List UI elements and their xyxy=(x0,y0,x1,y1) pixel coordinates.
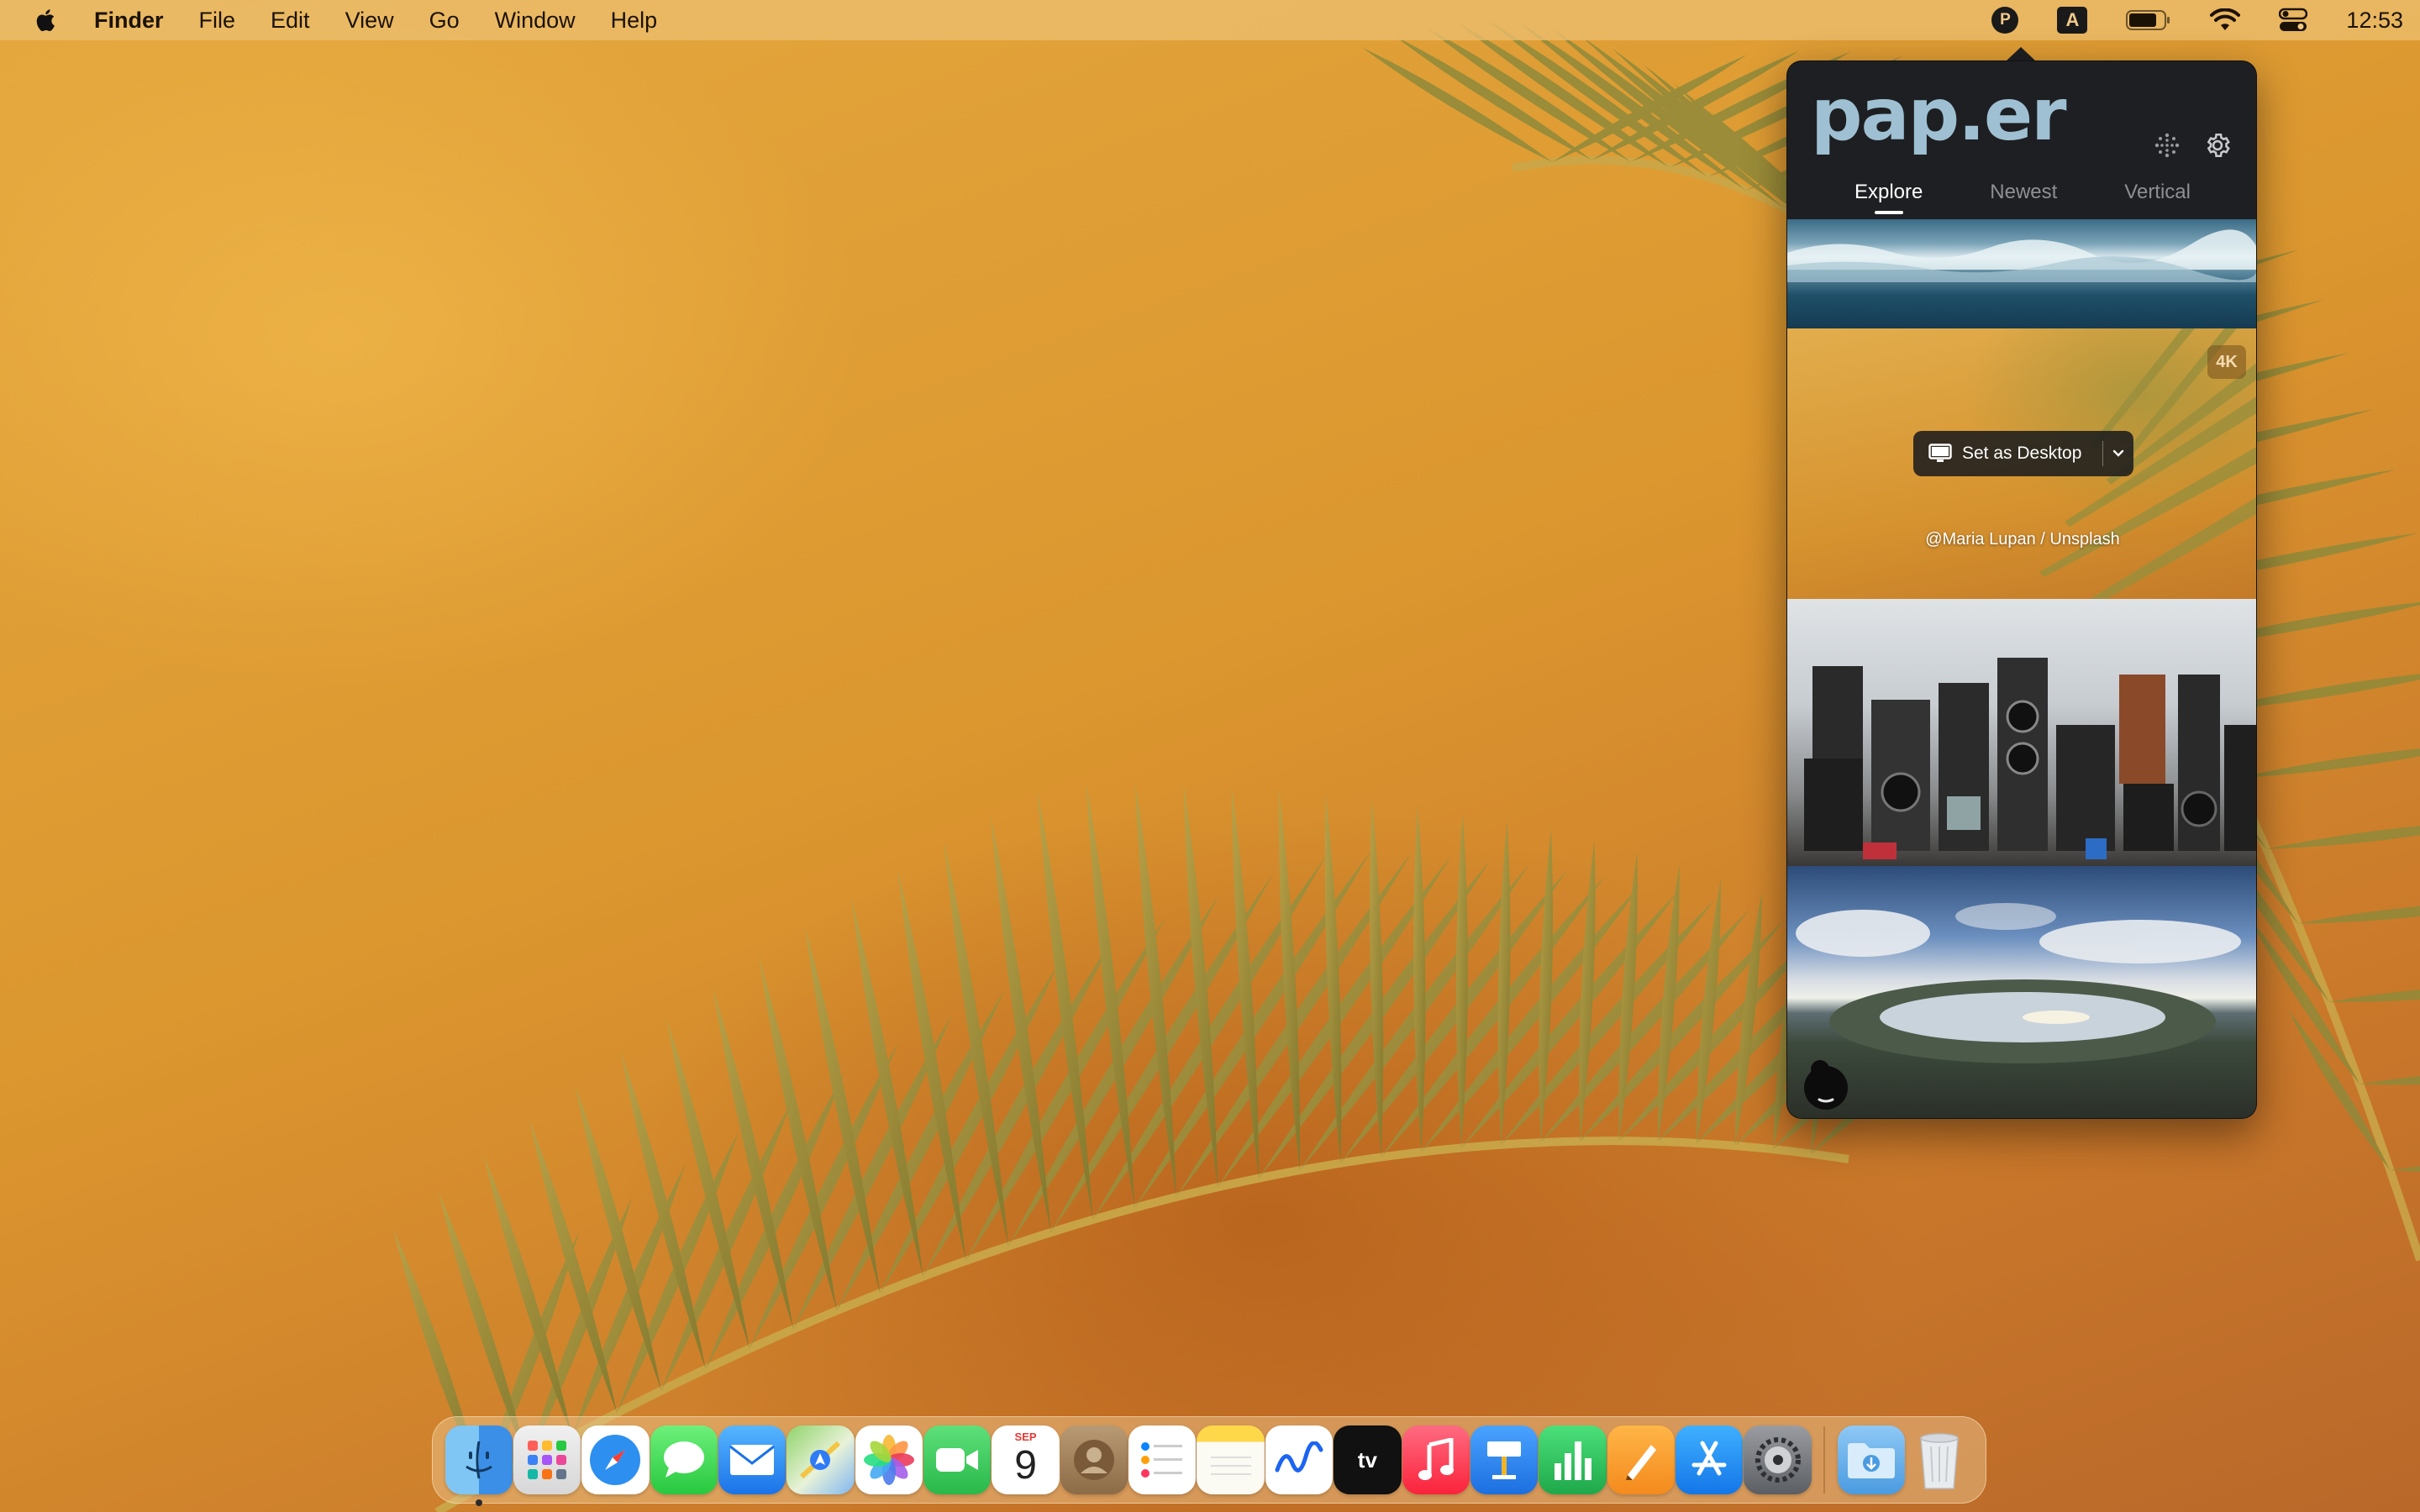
dock-tv[interactable]: tv xyxy=(1334,1425,1402,1494)
dock-trash[interactable] xyxy=(1906,1425,1973,1494)
dock-downloads[interactable] xyxy=(1837,1425,1905,1494)
notes-lines-icon xyxy=(1210,1457,1251,1475)
status-area: P A 12:53 xyxy=(1991,7,2403,34)
dock-keynote[interactable] xyxy=(1470,1425,1539,1494)
dock-mail[interactable] xyxy=(718,1425,786,1494)
paper-logo: pap.er xyxy=(1811,73,2067,157)
paper-popover: pap.er Explore Newest Vertical 4K Set as… xyxy=(1786,60,2257,1119)
thumbnail-ocean[interactable] xyxy=(1787,219,2256,328)
battery-icon[interactable] xyxy=(2126,9,2171,31)
tab-bar: Explore Newest Vertical xyxy=(1787,174,2256,216)
photo-credit[interactable]: @Maria Lupan / Unsplash xyxy=(1787,530,2256,549)
dock-notes[interactable] xyxy=(1197,1425,1265,1494)
freeform-squiggle-icon xyxy=(1275,1441,1323,1473)
trash-can-icon xyxy=(1920,1433,1959,1489)
thumbnail-cameras[interactable] xyxy=(1787,599,2256,866)
music-note-icon xyxy=(1418,1438,1454,1480)
messages-bubble-icon xyxy=(663,1441,704,1478)
menu-help[interactable]: Help xyxy=(611,8,658,34)
paper-status-icon[interactable]: P xyxy=(1991,7,2019,34)
sparkle-icon[interactable] xyxy=(2149,127,2186,164)
menu-window[interactable]: Window xyxy=(495,8,576,34)
reminders-list-icon xyxy=(1141,1442,1183,1478)
dock: SEP 9 tv xyxy=(432,1416,1986,1506)
dock-pages[interactable] xyxy=(1607,1425,1675,1494)
thumbnail-palm[interactable]: 4K Set as Desktop @Maria Lupan / Unsplas… xyxy=(1787,328,2256,599)
loading-spinner xyxy=(1799,1058,1853,1111)
set-as-desktop-button[interactable]: Set as Desktop xyxy=(1913,431,2133,476)
downloads-folder-icon xyxy=(1847,1443,1895,1478)
dock-music[interactable] xyxy=(1402,1425,1470,1494)
app-store-a-icon xyxy=(1691,1441,1727,1476)
set-as-desktop-label: Set as Desktop xyxy=(1962,444,2082,463)
dock-safari[interactable] xyxy=(581,1425,650,1494)
menu-view[interactable]: View xyxy=(345,8,394,34)
safari-compass-icon xyxy=(590,1435,641,1485)
facetime-camera-icon xyxy=(936,1448,979,1472)
menu-clock[interactable]: 12:53 xyxy=(2346,8,2403,34)
menu-edit[interactable]: Edit xyxy=(271,8,310,34)
monitor-icon xyxy=(1928,444,1952,462)
numbers-bars-icon xyxy=(1555,1441,1592,1480)
photos-flower-icon xyxy=(863,1435,914,1485)
menu-go[interactable]: Go xyxy=(429,8,460,34)
dock-facetime[interactable] xyxy=(923,1425,992,1494)
gear-icon[interactable] xyxy=(2199,127,2236,164)
dock-app-store[interactable] xyxy=(1675,1425,1744,1494)
ocean-wave-image xyxy=(1787,229,2256,282)
calendar-month: SEP xyxy=(1014,1431,1037,1443)
dock-reminders[interactable] xyxy=(1128,1425,1197,1494)
dock-calendar[interactable]: SEP 9 xyxy=(992,1425,1060,1494)
chevron-down-icon[interactable] xyxy=(2103,449,2133,459)
dock-finder[interactable] xyxy=(445,1425,513,1506)
vintage-cameras-image xyxy=(1804,658,2256,859)
finder-face-icon xyxy=(465,1441,492,1479)
pages-pen-icon xyxy=(1625,1445,1656,1480)
tab-newest[interactable]: Newest xyxy=(1990,174,2057,216)
wifi-icon[interactable] xyxy=(2210,8,2241,32)
keynote-podium-icon xyxy=(1487,1441,1522,1479)
popover-arrow xyxy=(2006,47,2036,61)
dock-system-settings[interactable] xyxy=(1744,1425,1812,1494)
mail-envelope-icon xyxy=(729,1445,776,1475)
tab-explore[interactable]: Explore xyxy=(1854,174,1923,216)
contacts-person-icon xyxy=(1073,1440,1114,1480)
tab-vertical[interactable]: Vertical xyxy=(2124,174,2191,216)
input-source-icon[interactable]: A xyxy=(2057,7,2088,34)
dock-launchpad[interactable] xyxy=(513,1425,581,1494)
menu-bar: Finder File Edit View Go Window Help P A… xyxy=(0,0,2420,40)
thumbnail-landscape[interactable] xyxy=(1787,866,2256,1118)
dock-maps[interactable] xyxy=(786,1425,855,1494)
badge-4k: 4K xyxy=(2207,345,2246,379)
calendar-day: 9 xyxy=(1014,1443,1037,1488)
tv-label: tv xyxy=(1357,1446,1377,1473)
running-indicator xyxy=(475,1499,482,1506)
dock-freeform[interactable] xyxy=(1265,1425,1334,1494)
launchpad-grid-icon xyxy=(528,1441,567,1479)
menu-file[interactable]: File xyxy=(199,8,236,34)
apple-logo-icon[interactable] xyxy=(32,6,60,34)
control-center-icon[interactable] xyxy=(2279,8,2308,33)
dock-messages[interactable] xyxy=(650,1425,718,1494)
dock-separator xyxy=(1823,1426,1826,1494)
landscape-lake-image xyxy=(1796,903,2241,1063)
dock-contacts[interactable] xyxy=(1060,1425,1128,1494)
dock-numbers[interactable] xyxy=(1539,1425,1607,1494)
app-menu-finder[interactable]: Finder xyxy=(94,8,164,34)
dock-photos[interactable] xyxy=(855,1425,923,1494)
settings-gear-icon xyxy=(1754,1437,1801,1483)
maps-arrow-icon xyxy=(800,1441,841,1479)
